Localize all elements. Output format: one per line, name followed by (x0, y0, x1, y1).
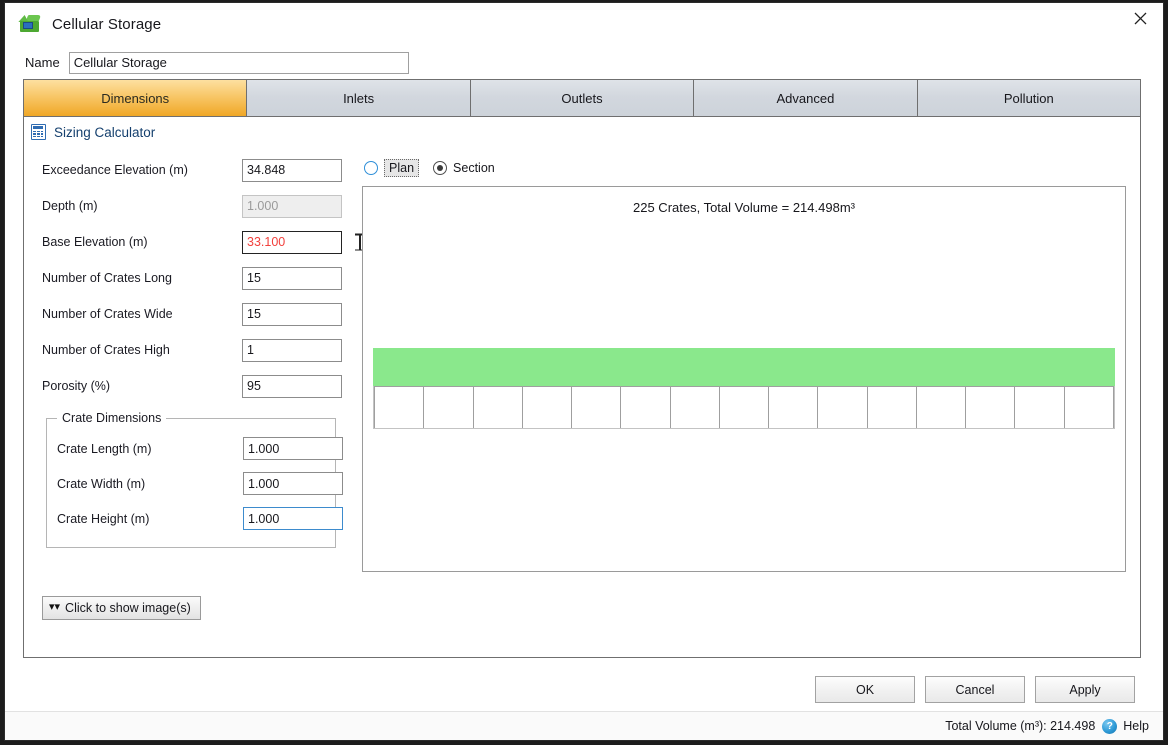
field-depth-label: Depth (m) (42, 199, 98, 213)
dimensions-tab-panel: Sizing Calculator Exceedance Elevation (… (23, 116, 1141, 658)
ok-button[interactable]: OK (815, 676, 915, 703)
dimensions-content: Exceedance Elevation (m) Depth (m) Base … (24, 146, 1140, 586)
field-exceedance-elevation: Exceedance Elevation (m) (42, 152, 362, 188)
tab-pollution-label: Pollution (1003, 90, 1054, 106)
panel-spacer (24, 620, 1140, 658)
crate-cell (374, 386, 425, 428)
close-icon[interactable] (1117, 3, 1163, 33)
field-exceedance-elevation-label: Exceedance Elevation (m) (42, 163, 188, 177)
radio-section[interactable]: Section (433, 161, 495, 175)
field-crates-high-label: Number of Crates High (42, 343, 170, 357)
crates-high-input[interactable] (242, 338, 342, 362)
window-title: Cellular Storage (52, 16, 162, 33)
total-volume-status: Total Volume (m³): 214.498 (945, 719, 1096, 733)
name-input[interactable] (68, 51, 409, 74)
porosity-input[interactable] (242, 374, 342, 398)
help-link[interactable]: Help (1123, 719, 1149, 733)
status-bar: Total Volume (m³): 214.498 ? Help (5, 711, 1163, 740)
crate-cell (473, 386, 523, 428)
tab-outlets[interactable]: Outlets (470, 80, 695, 116)
radio-plan[interactable]: Plan (364, 159, 420, 177)
name-row: Name (5, 46, 1163, 79)
sizing-calculator-header: Sizing Calculator (24, 117, 1140, 146)
radio-section-indicator (433, 161, 448, 175)
chevron-double-down-icon: ▾▾ (49, 601, 61, 613)
dialog-button-row: OK Cancel Apply (5, 658, 1163, 703)
crate-icon (18, 15, 42, 34)
field-crates-long: Number of Crates Long (42, 260, 362, 296)
crate-cell (522, 386, 573, 428)
section-diagram: 225 Crates, Total Volume = 214.498m³ (362, 186, 1126, 572)
field-porosity-label: Porosity (%) (42, 379, 111, 393)
tab-inlets[interactable]: Inlets (247, 80, 471, 116)
cellular-storage-dialog: Cellular Storage Name Dimensions Inlets … (4, 2, 1164, 741)
field-porosity: Porosity (%) (42, 368, 362, 404)
tab-inlets-label: Inlets (343, 90, 375, 106)
crate-cell (1064, 386, 1114, 428)
field-crates-high: Number of Crates High (42, 332, 362, 368)
field-base-elevation: Base Elevation (m) (42, 224, 364, 260)
exceedance-elevation-input[interactable] (242, 158, 342, 182)
crate-dimensions-group: Crate Dimensions Crate Length (m) Crate … (46, 411, 343, 548)
view-mode-radio-group: Plan Section (362, 146, 1126, 182)
crate-cell (621, 386, 671, 428)
tab-advanced-label: Advanced (776, 90, 835, 106)
field-crate-height-label: Crate Height (m) (57, 511, 150, 526)
tab-dimensions-label: Dimensions (101, 90, 170, 106)
crate-cell (867, 386, 917, 428)
tab-strip: Dimensions Inlets Outlets Advanced Pollu… (23, 79, 1141, 116)
crate-cell (966, 386, 1016, 428)
radio-plan-indicator (364, 161, 378, 175)
base-elevation-input[interactable] (242, 230, 342, 254)
crate-cell (719, 386, 770, 428)
help-icon[interactable]: ? (1102, 718, 1118, 734)
show-images-label: Click to show image(s) (65, 600, 191, 615)
field-crate-width-label: Crate Width (m) (57, 476, 146, 491)
title-bar: Cellular Storage (5, 3, 1163, 46)
tab-advanced[interactable]: Advanced (694, 80, 918, 116)
crate-dimensions-legend: Crate Dimensions (57, 411, 167, 425)
field-base-elevation-label: Base Elevation (m) (42, 235, 148, 249)
apply-button[interactable]: Apply (1035, 676, 1135, 703)
crate-width-input[interactable] (243, 472, 343, 495)
radio-section-label: Section (453, 161, 495, 175)
field-crates-long-label: Number of Crates Long (42, 271, 172, 285)
field-crates-wide: Number of Crates Wide (42, 296, 362, 332)
tab-dimensions[interactable]: Dimensions (24, 80, 248, 116)
crate-row (373, 386, 1115, 429)
crate-length-input[interactable] (243, 437, 343, 460)
water-level-bar (373, 348, 1115, 386)
crate-cell (572, 386, 622, 428)
crate-cell (818, 386, 868, 428)
crate-cell (670, 386, 720, 428)
section-title: Sizing Calculator (54, 124, 156, 140)
diagram-stack (373, 348, 1115, 429)
radio-plan-label: Plan (384, 159, 420, 177)
field-depth: Depth (m) (42, 188, 362, 224)
crate-cell (1015, 386, 1065, 428)
crate-cell (916, 386, 967, 428)
name-label: Name (25, 55, 60, 70)
field-crate-length: Crate Length (m) (47, 431, 343, 466)
crate-cell (769, 386, 819, 428)
depth-input (242, 194, 342, 218)
crates-long-input[interactable] (242, 266, 342, 290)
crates-wide-input[interactable] (242, 302, 342, 326)
field-crate-width: Crate Width (m) (47, 466, 343, 501)
cancel-button[interactable]: Cancel (925, 676, 1025, 703)
field-crate-length-label: Crate Length (m) (57, 441, 152, 456)
show-images-row: ▾▾ Click to show image(s) (24, 586, 1140, 620)
tab-outlets-label: Outlets (561, 90, 603, 106)
tab-pollution[interactable]: Pollution (917, 80, 1141, 116)
field-crates-wide-label: Number of Crates Wide (42, 307, 173, 321)
calculator-icon (31, 124, 46, 140)
diagram-panel: Plan Section 225 Crates, Total Volume = … (362, 146, 1140, 586)
sizing-form: Exceedance Elevation (m) Depth (m) Base … (24, 146, 364, 586)
crate-height-input[interactable] (243, 507, 343, 530)
crate-cell (424, 386, 474, 428)
diagram-title: 225 Crates, Total Volume = 214.498m³ (633, 200, 855, 215)
field-crate-height: Crate Height (m) (47, 501, 343, 536)
show-images-button[interactable]: ▾▾ Click to show image(s) (42, 595, 201, 620)
